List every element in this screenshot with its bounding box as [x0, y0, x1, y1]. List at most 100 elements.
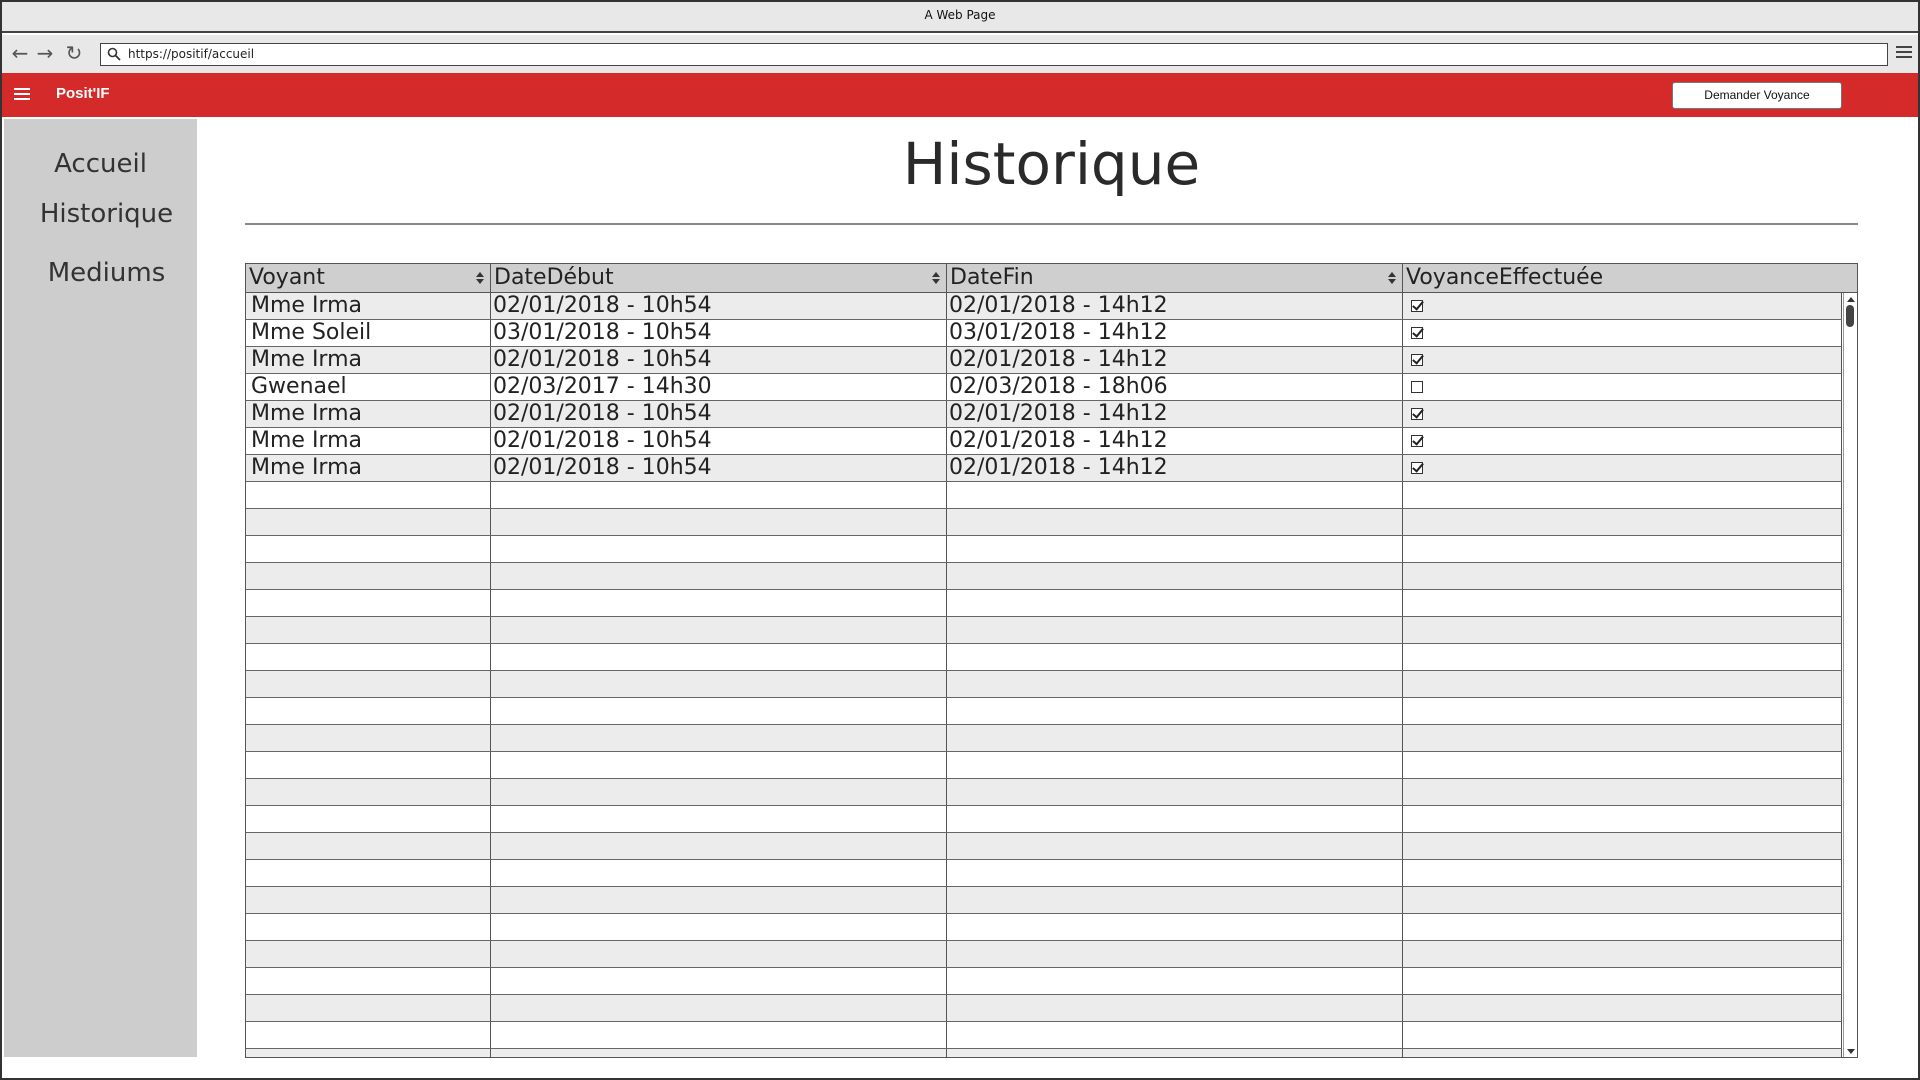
- column-header-datefin[interactable]: DateFin: [947, 264, 1403, 292]
- voyance-effectuee-checkbox[interactable]: [1411, 408, 1423, 420]
- sidebar-item-accueil[interactable]: Accueil: [4, 149, 197, 179]
- cell-voyance-effectuee: [1403, 455, 1842, 481]
- window-title: A Web Page: [924, 8, 996, 22]
- cell-voyance-effectuee: [1403, 698, 1842, 724]
- sidebar-item-mediums[interactable]: Mediums: [10, 258, 203, 288]
- sort-icon[interactable]: [932, 272, 940, 286]
- cell-voyant: Mme Irma: [246, 347, 491, 373]
- hamburger-icon[interactable]: [14, 88, 30, 102]
- voyance-effectuee-checkbox[interactable]: [1411, 354, 1423, 366]
- column-header-datedebut[interactable]: DateDébut: [491, 264, 947, 292]
- cell-voyant: [246, 860, 491, 886]
- cell-date-debut: 02/01/2018 - 10h54: [491, 347, 947, 373]
- sort-icon[interactable]: [1388, 272, 1396, 286]
- cell-date-fin: [947, 779, 1403, 805]
- cell-voyance-effectuee: [1403, 428, 1842, 454]
- cell-voyant: Mme Irma: [246, 455, 491, 481]
- cell-date-fin: [947, 806, 1403, 832]
- url-text: https://positif/accueil: [128, 47, 255, 61]
- cell-date-fin: [947, 914, 1403, 940]
- cell-date-fin: 02/01/2018 - 14h12: [947, 455, 1403, 481]
- cell-date-debut: [491, 1022, 947, 1048]
- cell-date-fin: [947, 509, 1403, 535]
- cell-voyance-effectuee: [1403, 563, 1842, 589]
- cell-voyance-effectuee: [1403, 374, 1842, 400]
- table-row[interactable]: [246, 725, 1842, 752]
- table-row[interactable]: [246, 563, 1842, 590]
- cell-voyance-effectuee: [1403, 1049, 1842, 1057]
- voyance-effectuee-checkbox[interactable]: [1411, 300, 1423, 312]
- cell-voyant: Gwenael: [246, 374, 491, 400]
- table-row[interactable]: Mme Irma 02/01/2018 - 10h54 02/01/2018 - 1…: [246, 401, 1842, 428]
- cell-date-fin: [947, 725, 1403, 751]
- table-row[interactable]: [246, 1022, 1842, 1049]
- scrollbar-thumb[interactable]: [1846, 305, 1854, 327]
- table-row[interactable]: Mme Irma 02/01/2018 - 10h54 02/01/2018 - 1…: [246, 455, 1842, 482]
- table-row[interactable]: [246, 806, 1842, 833]
- column-header-voyanceeffectuee[interactable]: VoyanceEffectuée: [1403, 264, 1857, 292]
- title-divider: [245, 223, 1858, 225]
- sidebar-item-historique[interactable]: Historique: [10, 199, 203, 229]
- column-header-voyant[interactable]: Voyant: [246, 264, 491, 292]
- table-row[interactable]: Mme Irma 02/01/2018 - 10h54 02/01/2018 - 1…: [246, 428, 1842, 455]
- table-row[interactable]: [246, 482, 1842, 509]
- cell-date-fin: [947, 617, 1403, 643]
- cell-voyant: Mme Irma: [246, 428, 491, 454]
- table-scrollbar[interactable]: [1843, 293, 1857, 1057]
- table-row[interactable]: [246, 509, 1842, 536]
- history-table: Voyant DateDébut DateFin VoyanceEffectué…: [245, 263, 1858, 1058]
- table-row[interactable]: [246, 941, 1842, 968]
- reload-icon[interactable]: ↻: [64, 43, 84, 63]
- cell-date-debut: [491, 1049, 947, 1057]
- cell-date-debut: 02/01/2018 - 10h54: [491, 428, 947, 454]
- table-row[interactable]: [246, 752, 1842, 779]
- table-row[interactable]: [246, 536, 1842, 563]
- voyance-effectuee-checkbox[interactable]: [1411, 462, 1423, 474]
- table-row[interactable]: [246, 617, 1842, 644]
- brand-name[interactable]: Posit'IF: [56, 85, 110, 102]
- cell-voyance-effectuee: [1403, 617, 1842, 643]
- table-row[interactable]: Mme Irma 02/01/2018 - 10h54 02/01/2018 - 1…: [246, 293, 1842, 320]
- voyance-effectuee-checkbox[interactable]: [1411, 381, 1423, 393]
- scroll-down-icon[interactable]: [1847, 1049, 1855, 1054]
- back-arrow-icon[interactable]: ←: [10, 43, 30, 63]
- forward-arrow-icon[interactable]: →: [35, 43, 55, 63]
- menu-icon[interactable]: [1896, 46, 1912, 60]
- cell-voyance-effectuee: [1403, 293, 1842, 319]
- cell-date-debut: 02/01/2018 - 10h54: [491, 293, 947, 319]
- table-row[interactable]: [246, 887, 1842, 914]
- table-row[interactable]: [246, 995, 1842, 1022]
- sidebar: Accueil Historique Mediums: [4, 119, 197, 1057]
- table-row[interactable]: Gwenael 02/03/2017 - 14h30 02/03/2018 - 18…: [246, 374, 1842, 401]
- table-row[interactable]: Mme Irma 02/01/2018 - 10h54 02/01/2018 - 1…: [246, 347, 1842, 374]
- table-row[interactable]: [246, 671, 1842, 698]
- voyance-effectuee-checkbox[interactable]: [1411, 327, 1423, 339]
- cell-date-debut: [491, 860, 947, 886]
- cell-date-fin: [947, 1022, 1403, 1048]
- cell-date-fin: [947, 563, 1403, 589]
- table-row[interactable]: [246, 914, 1842, 941]
- column-header-label: VoyanceEffectuée: [1406, 265, 1604, 290]
- cell-date-fin: 03/01/2018 - 14h12: [947, 320, 1403, 346]
- table-row[interactable]: [246, 860, 1842, 887]
- table-row[interactable]: [246, 779, 1842, 806]
- table-row[interactable]: [246, 644, 1842, 671]
- scroll-up-icon[interactable]: [1847, 297, 1855, 302]
- request-voyance-button[interactable]: Demander Voyance: [1672, 82, 1842, 109]
- table-row[interactable]: Mme Soleil 03/01/2018 - 10h54 03/01/2018 -…: [246, 320, 1842, 347]
- cell-date-fin: [947, 752, 1403, 778]
- app-header: Posit'IF Demander Voyance: [2, 73, 1918, 117]
- table-row[interactable]: [246, 698, 1842, 725]
- table-row[interactable]: [246, 1049, 1842, 1057]
- table-row[interactable]: [246, 590, 1842, 617]
- cell-date-fin: [947, 968, 1403, 994]
- cell-voyance-effectuee: [1403, 725, 1842, 751]
- cell-date-fin: [947, 995, 1403, 1021]
- sort-icon[interactable]: [476, 272, 484, 286]
- url-input[interactable]: https://positif/accueil: [100, 43, 1888, 66]
- table-row[interactable]: [246, 968, 1842, 995]
- cell-date-debut: [491, 644, 947, 670]
- cell-date-debut: [491, 968, 947, 994]
- voyance-effectuee-checkbox[interactable]: [1411, 435, 1423, 447]
- table-row[interactable]: [246, 833, 1842, 860]
